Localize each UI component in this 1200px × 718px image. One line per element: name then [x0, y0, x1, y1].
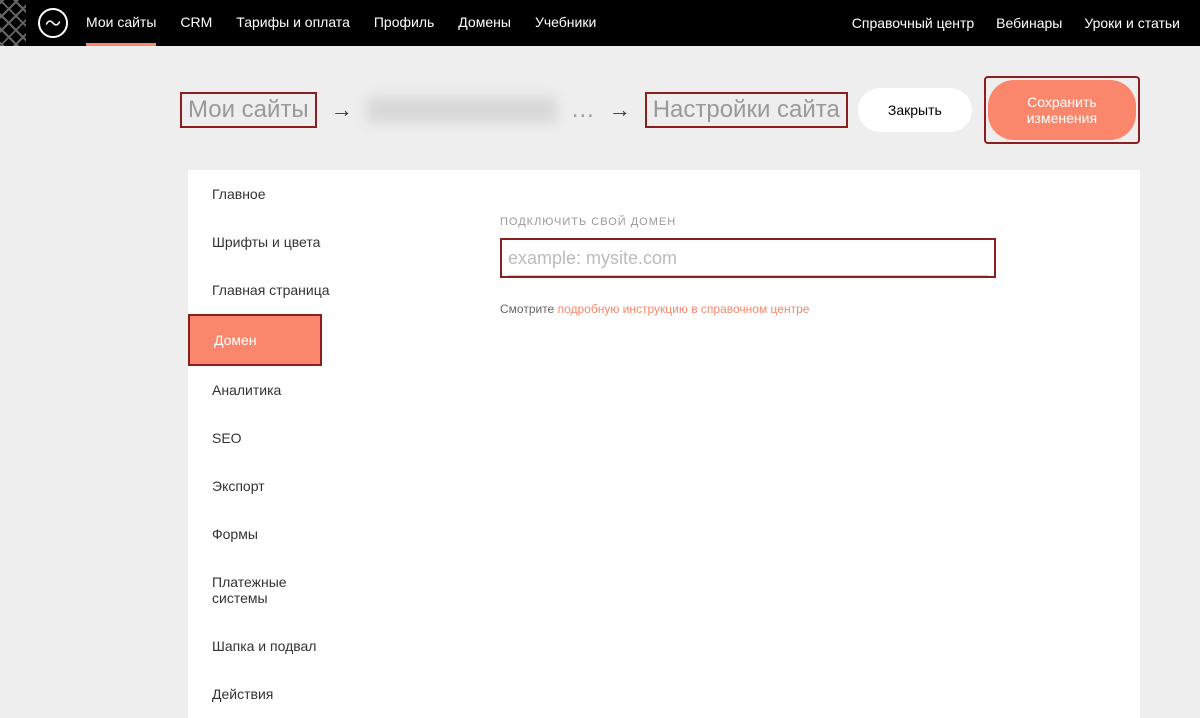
- content: ГлавноеШрифты и цветаГлавная страницаДом…: [0, 170, 1200, 718]
- nav-item[interactable]: Мои сайты: [86, 0, 156, 46]
- arrow-icon: →: [609, 97, 631, 123]
- breadcrumb-site-name[interactable]: [367, 97, 557, 123]
- zigzag-decoration: [0, 0, 26, 46]
- sidebar-item[interactable]: Платежные системы: [188, 558, 366, 622]
- nav-item[interactable]: Учебники: [535, 0, 596, 46]
- nav-item[interactable]: Профиль: [374, 0, 434, 46]
- breadcrumb: Мои сайты → … → Настройки сайта: [180, 92, 848, 128]
- settings-sidebar: ГлавноеШрифты и цветаГлавная страницаДом…: [188, 170, 366, 718]
- nav-item[interactable]: Домены: [458, 0, 511, 46]
- header-row: Мои сайты → … → Настройки сайта Закрыть …: [0, 46, 1200, 170]
- nav-item[interactable]: Справочный центр: [852, 15, 974, 31]
- domain-section-label: ПОДКЛЮЧИТЬ СВОЙ ДОМЕН: [500, 216, 1140, 228]
- arrow-icon: →: [331, 97, 353, 123]
- domain-input[interactable]: [508, 242, 988, 276]
- sidebar-item[interactable]: Домен: [190, 316, 320, 364]
- nav-right: Справочный центр Вебинары Уроки и статьи: [852, 15, 1180, 31]
- topbar: Мои сайты CRM Тарифы и оплата Профиль Домены…: [0, 0, 1200, 46]
- nav-item[interactable]: Уроки и статьи: [1084, 15, 1180, 31]
- domain-hint: Смотрите подробную инструкцию в справочн…: [500, 302, 1140, 316]
- breadcrumb-ellipsis: …: [571, 96, 595, 124]
- sidebar-item[interactable]: Экспорт: [188, 462, 366, 510]
- sidebar-item[interactable]: Действия: [188, 670, 366, 718]
- nav-item[interactable]: Вебинары: [996, 15, 1062, 31]
- sidebar-item[interactable]: Главное: [188, 170, 366, 218]
- sidebar-item[interactable]: Аналитика: [188, 366, 366, 414]
- sidebar-item[interactable]: Шрифты и цвета: [188, 218, 366, 266]
- sidebar-item[interactable]: Формы: [188, 510, 366, 558]
- header-actions: Закрыть Сохранить изменения: [858, 76, 1140, 144]
- nav-item[interactable]: CRM: [180, 0, 212, 46]
- sidebar-item[interactable]: Шапка и подвал: [188, 622, 366, 670]
- domain-hint-prefix: Смотрите: [500, 302, 558, 316]
- nav-item[interactable]: Тарифы и оплата: [236, 0, 350, 46]
- sidebar-item[interactable]: Главная страница: [188, 266, 366, 314]
- sidebar-item[interactable]: SEO: [188, 414, 366, 462]
- tilda-logo-icon[interactable]: [38, 8, 68, 38]
- close-button[interactable]: Закрыть: [858, 88, 972, 132]
- domain-hint-link[interactable]: подробную инструкцию в справочном центре: [558, 302, 810, 316]
- nav-left: Мои сайты CRM Тарифы и оплата Профиль Домены…: [86, 0, 596, 46]
- breadcrumb-current: Настройки сайта: [645, 92, 848, 128]
- domain-panel: ПОДКЛЮЧИТЬ СВОЙ ДОМЕН Смотрите подробную…: [366, 170, 1140, 718]
- save-button[interactable]: Сохранить изменения: [988, 80, 1136, 140]
- breadcrumb-root[interactable]: Мои сайты: [180, 92, 317, 128]
